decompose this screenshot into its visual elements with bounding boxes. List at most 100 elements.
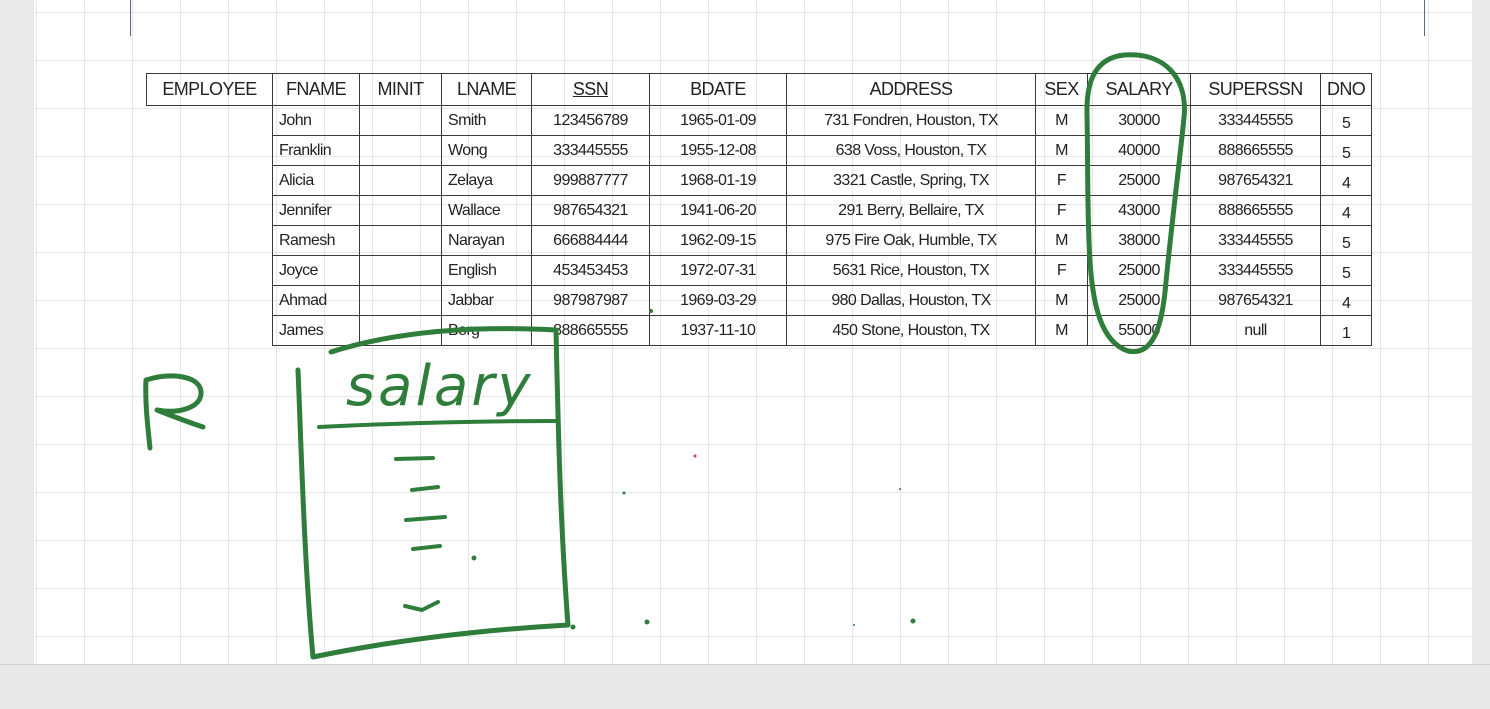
relation-name-spacer [147, 106, 273, 136]
cell-fname: James [272, 315, 360, 346]
cell-fname: John [272, 105, 360, 136]
column-header-fname: FNAME [272, 73, 360, 106]
table-row: Ramesh Narayan 666884444 1962-09-15 975 Fire… [147, 225, 1373, 256]
cell-sex: F [1035, 255, 1088, 286]
cell-salary: 25000 [1087, 285, 1191, 316]
relation-name-cell: EMPLOYEE [146, 73, 273, 106]
cell-ssn: 987654321 [531, 195, 650, 226]
cell-lname: Narayan [441, 225, 532, 256]
cell-superssn: 333445555 [1190, 225, 1321, 256]
cell-minit [359, 165, 442, 196]
cell-minit [359, 135, 442, 166]
cell-address: 5631 Rice, Houston, TX [786, 255, 1036, 286]
relation-name-spacer [147, 166, 273, 196]
cell-bdate: 1969-03-29 [649, 285, 787, 316]
cell-ssn: 666884444 [531, 225, 650, 256]
cell-fname: Franklin [272, 135, 360, 166]
cell-ssn: 123456789 [531, 105, 650, 136]
cell-fname: Alicia [272, 165, 360, 196]
cell-address: 980 Dallas, Houston, TX [786, 285, 1036, 316]
table-header-row: EMPLOYEE FNAME MINIT LNAME SSN BDATE ADDRESS S… [146, 73, 1373, 106]
cell-dno: 5 [1319, 135, 1373, 166]
cell-address: 291 Berry, Bellaire, TX [786, 195, 1036, 226]
cell-minit [359, 195, 442, 226]
cell-superssn: 333445555 [1190, 255, 1321, 286]
column-header-minit: MINIT [359, 73, 442, 106]
column-header-ssn: SSN [531, 73, 650, 106]
table-row: Jennifer Wallace 987654321 1941-06-20 291 Be… [147, 195, 1373, 226]
cell-address: 3321 Castle, Spring, TX [786, 165, 1036, 196]
table-row: Alicia Zelaya 999887777 1968-01-19 3321 Cast… [147, 165, 1373, 196]
page-edge-left [130, 0, 131, 36]
column-header-superssn: SUPERSSN [1190, 73, 1321, 106]
cell-address: 975 Fire Oak, Humble, TX [786, 225, 1036, 256]
cell-fname: Joyce [272, 255, 360, 286]
cell-salary: 43000 [1087, 195, 1191, 226]
cell-dno: 4 [1319, 285, 1373, 316]
cell-superssn: 888665555 [1190, 195, 1321, 226]
cell-ssn: 999887777 [531, 165, 650, 196]
cell-salary: 40000 [1087, 135, 1191, 166]
cell-sex: M [1035, 135, 1088, 166]
cell-superssn: null [1190, 315, 1321, 346]
cell-minit [359, 285, 442, 316]
relation-name-spacer [147, 316, 273, 346]
employee-table: EMPLOYEE FNAME MINIT LNAME SSN BDATE ADDRESS S… [146, 73, 1373, 346]
relation-name-spacer [147, 286, 273, 316]
cell-lname: Wallace [441, 195, 532, 226]
relation-name-spacer [147, 136, 273, 166]
cell-ssn: 987987987 [531, 285, 650, 316]
relation-name-spacer [147, 196, 273, 226]
table-row: Joyce English 453453453 1972-07-31 5631 Rice… [147, 255, 1373, 286]
cell-dno: 5 [1319, 225, 1373, 256]
cell-sex: M [1035, 225, 1088, 256]
cell-address: 731 Fondren, Houston, TX [786, 105, 1036, 136]
column-header-salary: SALARY [1087, 73, 1191, 106]
cell-minit [359, 255, 442, 286]
table-row: Franklin Wong 333445555 1955-12-08 638 Voss,… [147, 135, 1373, 166]
relation-name-spacer [147, 256, 273, 286]
cell-sex: F [1035, 195, 1088, 226]
column-header-dno: DNO [1319, 73, 1373, 106]
cell-bdate: 1941-06-20 [649, 195, 787, 226]
cell-bdate: 1965-01-09 [649, 105, 787, 136]
cell-sex: M [1035, 285, 1088, 316]
cell-bdate: 1968-01-19 [649, 165, 787, 196]
cell-superssn: 987654321 [1190, 165, 1321, 196]
cell-salary: 55000 [1087, 315, 1191, 346]
cell-lname: Wong [441, 135, 532, 166]
cell-salary: 30000 [1087, 105, 1191, 136]
cell-dno: 4 [1319, 165, 1373, 196]
cell-lname: Jabbar [441, 285, 532, 316]
cell-minit [359, 315, 442, 346]
cell-bdate: 1937-11-10 [649, 315, 787, 346]
cell-dno: 5 [1319, 105, 1373, 136]
cell-dno: 5 [1319, 255, 1373, 286]
column-header-address: ADDRESS [786, 73, 1036, 106]
bottom-bar [0, 664, 1490, 709]
cell-fname: Ramesh [272, 225, 360, 256]
cell-minit [359, 225, 442, 256]
column-header-lname: LNAME [441, 73, 532, 106]
cell-sex: M [1035, 315, 1088, 346]
cell-salary: 25000 [1087, 255, 1191, 286]
table-row: John Smith 123456789 1965-01-09 731 Fondren,… [147, 105, 1373, 136]
cell-bdate: 1955-12-08 [649, 135, 787, 166]
cell-superssn: 333445555 [1190, 105, 1321, 136]
cell-ssn: 453453453 [531, 255, 650, 286]
cell-dno: 1 [1319, 315, 1373, 346]
cell-lname: Borg [441, 315, 532, 346]
cell-fname: Ahmad [272, 285, 360, 316]
cell-lname: English [441, 255, 532, 286]
cell-fname: Jennifer [272, 195, 360, 226]
cell-bdate: 1972-07-31 [649, 255, 787, 286]
cell-salary: 25000 [1087, 165, 1191, 196]
table-row: Ahmad Jabbar 987987987 1969-03-29 980 Dallas… [147, 285, 1373, 316]
cell-superssn: 987654321 [1190, 285, 1321, 316]
table-row: James Borg 888665555 1937-11-10 450 Stone, H… [147, 315, 1373, 346]
relation-name-spacer [147, 226, 273, 256]
cell-salary: 38000 [1087, 225, 1191, 256]
cell-lname: Zelaya [441, 165, 532, 196]
whiteboard-canvas[interactable]: EMPLOYEE FNAME MINIT LNAME SSN BDATE ADDRESS S… [34, 0, 1472, 664]
cell-ssn: 333445555 [531, 135, 650, 166]
